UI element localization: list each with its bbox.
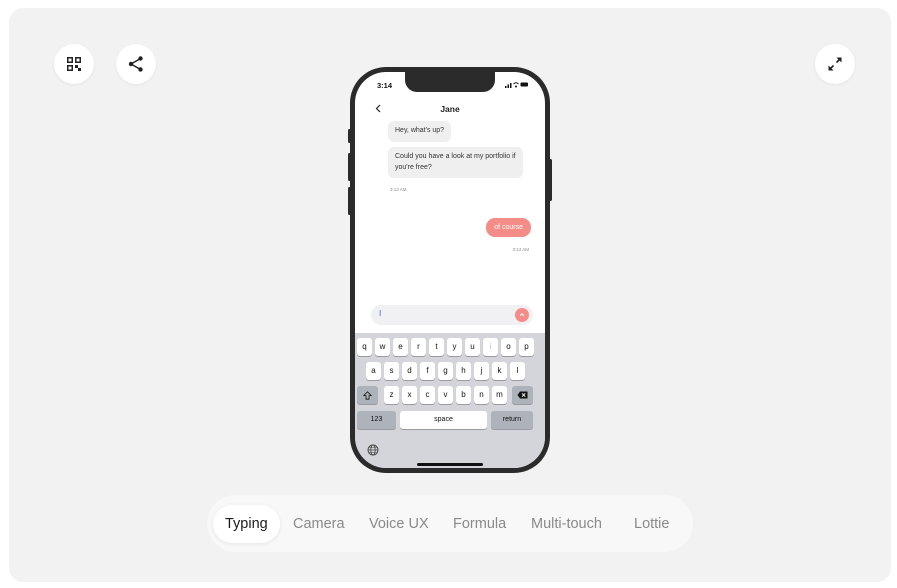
key-g[interactable]: g: [438, 362, 453, 380]
backspace-key[interactable]: [512, 386, 533, 404]
phone-mute-switch: [348, 129, 351, 143]
chat-title: Jane: [440, 104, 460, 114]
key-o[interactable]: o: [501, 338, 516, 356]
qr-code-button[interactable]: [54, 44, 94, 84]
tab-lottie[interactable]: Lottie: [634, 505, 669, 543]
shift-key[interactable]: [357, 386, 378, 404]
key-a[interactable]: a: [366, 362, 381, 380]
share-button[interactable]: [116, 44, 156, 84]
key-u[interactable]: u: [465, 338, 480, 356]
message-input[interactable]: I: [371, 305, 533, 325]
status-icons: [505, 81, 529, 90]
expand-icon: [828, 57, 842, 71]
key-z[interactable]: z: [384, 386, 399, 404]
key-v[interactable]: v: [438, 386, 453, 404]
key-c[interactable]: c: [420, 386, 435, 404]
key-l[interactable]: l: [510, 362, 525, 380]
return-key[interactable]: return: [491, 411, 533, 429]
tab-voice-ux[interactable]: Voice UX: [369, 505, 429, 543]
phone-volume-down: [348, 187, 351, 215]
space-key[interactable]: space: [400, 411, 487, 429]
incoming-message: Hey, what's up?: [388, 121, 452, 142]
phone-power-button: [549, 159, 552, 201]
onscreen-keyboard: q w e r t y u i o p a s d f g h j k l z …: [355, 333, 545, 468]
key-n[interactable]: n: [474, 386, 489, 404]
key-r[interactable]: r: [411, 338, 426, 356]
key-m[interactable]: m: [492, 386, 507, 404]
key-j[interactable]: j: [474, 362, 489, 380]
send-button[interactable]: [515, 308, 529, 322]
message-timestamp: 3:14 AM: [512, 247, 529, 252]
tab-multi-touch[interactable]: Multi-touch: [531, 505, 602, 543]
signal-wifi-battery-icon: [505, 82, 528, 88]
incoming-message: Could you have a look at my portfolio if…: [388, 147, 523, 178]
key-w[interactable]: w: [375, 338, 390, 356]
numbers-key[interactable]: 123: [357, 411, 396, 429]
globe-button[interactable]: [367, 443, 379, 461]
share-icon: [128, 56, 143, 72]
key-i[interactable]: i: [483, 338, 498, 356]
qr-code-icon: [67, 57, 81, 71]
backspace-icon: [517, 391, 528, 399]
arrow-up-icon: [519, 313, 525, 317]
key-x[interactable]: x: [402, 386, 417, 404]
key-t[interactable]: t: [429, 338, 444, 356]
fullscreen-button[interactable]: [815, 44, 855, 84]
status-time: 3:14: [377, 81, 393, 90]
home-indicator: [417, 463, 483, 466]
key-k[interactable]: k: [492, 362, 507, 380]
key-e[interactable]: e: [393, 338, 408, 356]
shift-icon: [362, 390, 373, 400]
message-input-value: I: [379, 309, 382, 318]
tab-typing[interactable]: Typing: [213, 505, 280, 543]
message-timestamp: 3:13 AM: [390, 187, 407, 192]
tab-formula[interactable]: Formula: [453, 505, 506, 543]
key-s[interactable]: s: [384, 362, 399, 380]
tab-camera[interactable]: Camera: [293, 505, 345, 543]
key-b[interactable]: b: [456, 386, 471, 404]
phone-screen: 3:14 Jane Hey, what's up? Could you have…: [355, 72, 545, 468]
outgoing-message: of course: [486, 218, 531, 237]
globe-icon: [367, 444, 379, 456]
key-h[interactable]: h: [456, 362, 471, 380]
key-f[interactable]: f: [420, 362, 435, 380]
key-y[interactable]: y: [447, 338, 462, 356]
key-p[interactable]: p: [519, 338, 534, 356]
demo-tab-bar: Typing Camera Voice UX Formula Multi-tou…: [207, 495, 693, 552]
key-q[interactable]: q: [357, 338, 372, 356]
phone-notch: [405, 72, 495, 92]
phone-mockup: 3:14 Jane Hey, what's up? Could you have…: [348, 67, 552, 473]
phone-volume-up: [348, 153, 351, 181]
key-d[interactable]: d: [402, 362, 417, 380]
